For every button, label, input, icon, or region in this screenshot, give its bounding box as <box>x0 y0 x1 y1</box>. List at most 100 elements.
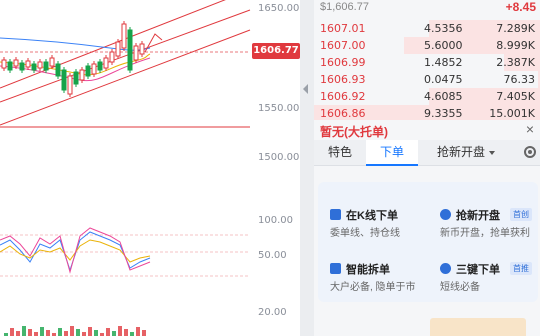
tab-new-listing[interactable]: 抢新开盘 <box>426 140 506 166</box>
candle-body <box>121 23 127 49</box>
ask-total: 7.405K <box>496 90 535 103</box>
candle-body <box>19 62 25 71</box>
volume-bar <box>64 331 68 336</box>
osc-tick-100: 100.00 <box>258 215 293 226</box>
orderbook-row[interactable]: 1606.93 0.0475 76.33 <box>314 71 540 88</box>
ask-total: 8.999K <box>496 39 535 52</box>
osc-line-pink <box>0 227 151 274</box>
feature-three-key[interactable]: 三键下单 首推 短线必备 <box>428 254 538 304</box>
volume-bar <box>142 330 146 336</box>
feature-title: 在K线下单 <box>346 210 398 222</box>
order-panel: $1,606.77 +8.45 1607.01 4.5356 7.289K 1607.… <box>314 0 540 336</box>
volume-bar <box>70 326 74 336</box>
feature-subtitle: 委单线、持仓线 <box>330 228 400 239</box>
volume-bar <box>106 328 110 336</box>
feature-card: 在K线下单 委单线、持仓线 抢新开盘 首创 新币开盘，抢单获利 智能拆单 大户必… <box>318 182 538 302</box>
feature-new-listing[interactable]: 抢新开盘 首创 新币开盘，抢单获利 <box>428 200 538 250</box>
ask-volume: 5.6000 <box>424 39 463 52</box>
feature-subtitle: 新币开盘，抢单获利 <box>440 228 530 239</box>
settings-gear-icon[interactable] <box>524 146 536 158</box>
ask-total: 7.289K <box>496 22 535 35</box>
candle-body <box>127 29 133 71</box>
orderbook-header: $1,606.77 +8.45 <box>314 0 540 16</box>
ask-price: 1606.86 <box>320 107 366 120</box>
candle-body <box>55 63 61 77</box>
feature-badge: 首推 <box>510 262 532 275</box>
feature-kline-order[interactable]: 在K线下单 委单线、持仓线 <box>318 200 428 250</box>
close-icon[interactable]: × <box>526 121 534 137</box>
candle-body <box>91 63 97 75</box>
feature-smart-split[interactable]: 智能拆单 大户必备, 隐单于市 <box>318 254 428 304</box>
osc-tick-20: 20.00 <box>258 307 287 318</box>
collapse-arrow-icon[interactable] <box>303 84 308 94</box>
ask-price: 1607.01 <box>320 22 366 35</box>
candle-body <box>7 61 13 71</box>
candle-body <box>139 43 145 55</box>
clock-icon <box>440 209 451 220</box>
volume-bar <box>136 327 140 336</box>
volume-bar <box>76 329 80 336</box>
price-change: +8.45 <box>505 0 536 14</box>
volume-bar <box>28 329 32 336</box>
trading-screen: 1650.00 1550.00 1500.00 1606.77 100.00 5… <box>0 0 540 336</box>
chevron-down-icon <box>489 150 495 155</box>
candle-body <box>25 60 31 68</box>
volume-bar <box>58 328 62 336</box>
volume-bar <box>94 330 98 336</box>
chart-order-icon <box>330 209 341 220</box>
orderbook-row[interactable]: 1607.01 4.5356 7.289K <box>314 20 540 37</box>
volume-bar <box>88 327 92 336</box>
volume-bar <box>124 329 128 336</box>
feature-subtitle: 短线必备 <box>440 282 480 293</box>
volume-bar <box>10 328 14 336</box>
ask-volume: 4.6085 <box>424 90 463 103</box>
split-icon <box>330 263 341 274</box>
volume-bar <box>82 332 86 336</box>
ask-total: 2.387K <box>496 56 535 69</box>
orderbook-row[interactable]: 1606.92 4.6085 7.405K <box>314 88 540 105</box>
candle-body <box>13 59 19 67</box>
ask-volume: 4.5356 <box>424 22 463 35</box>
candle-body <box>133 45 139 61</box>
orders-panel-title: 暂无(大托单) <box>320 125 388 139</box>
ask-price: 1606.92 <box>320 90 366 103</box>
current-price-tag: 1606.77 <box>252 43 300 59</box>
candle-body <box>109 51 115 63</box>
osc-line-yellow <box>0 239 151 263</box>
feature-badge: 首创 <box>510 208 532 221</box>
candle-body <box>97 61 103 71</box>
candle-body <box>31 63 37 71</box>
candle-body <box>43 61 49 71</box>
tab-place-order[interactable]: 下单 <box>366 140 418 166</box>
orders-panel-header: 暂无(大托单) × <box>314 120 540 140</box>
ask-volume: 9.3355 <box>424 107 463 120</box>
candle-body <box>37 61 43 69</box>
ask-total: 76.33 <box>503 73 536 86</box>
tab-new-listing-label: 抢新开盘 <box>436 145 485 159</box>
ask-volume: 1.4852 <box>424 56 463 69</box>
osc-tick-50: 50.00 <box>258 250 287 261</box>
ask-price: 1606.93 <box>320 73 366 86</box>
panel-divider[interactable] <box>300 0 314 336</box>
orderbook-row[interactable]: 1606.99 1.4852 2.387K <box>314 54 540 71</box>
feature-subtitle: 大户必备, 隐单于市 <box>330 282 416 293</box>
bottom-action-button[interactable] <box>430 318 526 336</box>
candle-body <box>61 69 67 91</box>
candle-body <box>67 75 73 95</box>
volume-bar <box>34 332 38 336</box>
volume-bar <box>130 332 134 336</box>
tab-features[interactable]: 特色 <box>314 140 366 166</box>
orderbook-row[interactable]: 1607.00 5.6000 8.999K <box>314 37 540 54</box>
candle-body <box>79 69 85 81</box>
y-tick-1550: 1550.00 <box>258 103 300 114</box>
ask-price: 1607.00 <box>320 39 366 52</box>
feature-title: 抢新开盘 <box>456 210 500 222</box>
candle-body <box>103 57 109 69</box>
y-tick-1500: 1500.00 <box>258 152 300 163</box>
feature-title: 三键下单 <box>456 264 500 276</box>
candle-body <box>1 59 7 69</box>
volume-bar <box>16 331 20 336</box>
ask-total: 15.001K <box>489 107 535 120</box>
candle-body <box>73 71 79 85</box>
kline-chart-area[interactable]: 1650.00 1550.00 1500.00 1606.77 100.00 5… <box>0 0 300 336</box>
